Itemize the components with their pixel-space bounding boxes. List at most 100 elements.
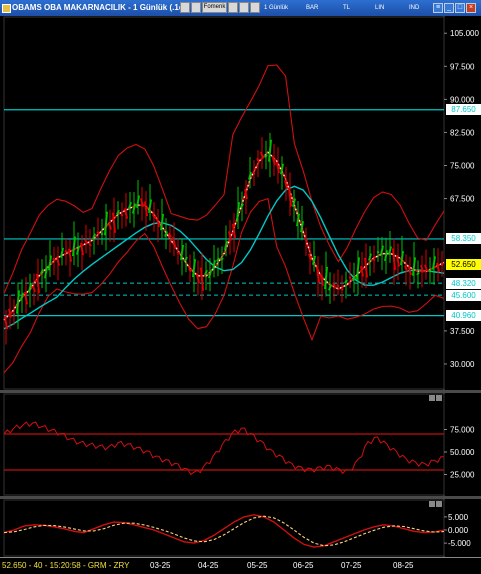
candle-body: [340, 287, 344, 291]
status-bar: 52.650 - 40 - 15:20:58 - GRM - ZRY 03-25…: [0, 557, 481, 574]
price-tag-last: 52.650: [446, 258, 481, 270]
price-tag-dashed-1: 48.320: [446, 277, 481, 289]
candle-body: [32, 285, 36, 293]
candle-body: [256, 157, 260, 163]
candle-body: [104, 211, 108, 236]
candle-body: [356, 257, 360, 280]
y-tick-label: 105.000: [450, 29, 479, 38]
candle-body: [268, 139, 272, 162]
x-axis-label: 08-25: [393, 561, 414, 570]
price-tag-dashed-2: 45.600: [446, 289, 481, 301]
candle-body: [48, 255, 52, 271]
candle-body: [84, 238, 88, 244]
candle-body: [260, 151, 264, 159]
y-tick-label: 67.500: [450, 195, 475, 204]
candle-body: [344, 279, 348, 284]
candle-body: [132, 203, 136, 214]
candle-body: [120, 213, 124, 217]
candle-body: [392, 248, 396, 271]
window-titlebar: OBAMS OBA MAKARNACILIK - 1 Günlük (.1d) …: [0, 0, 481, 16]
candle-body: [12, 312, 16, 316]
candle-body: [348, 276, 352, 280]
candle-body: [364, 257, 368, 278]
candle-body: [184, 256, 188, 262]
y-tick-label: 25.000: [450, 471, 475, 480]
candle-body: [288, 187, 292, 207]
oscillator-chart[interactable]: 75.000 50.000 25.000: [0, 393, 481, 496]
candle-body: [112, 212, 116, 233]
color-icon[interactable]: [180, 2, 190, 13]
candle-body: [16, 290, 20, 314]
zoom-icon[interactable]: [250, 2, 260, 13]
price-chart[interactable]: 105.000 97.500 90.000 82.500 75.000 67.500 37.…: [0, 16, 481, 390]
candle-body: [372, 258, 376, 262]
candle-body: [176, 251, 180, 255]
candle-body: [88, 242, 92, 247]
fomenk-button[interactable]: Fomenk: [202, 2, 227, 13]
maximize-button[interactable]: □: [455, 3, 465, 13]
candle-body: [412, 257, 416, 276]
candle-body: [236, 202, 240, 222]
candle-body: [60, 247, 64, 258]
period-selector[interactable]: 1 Günlük: [264, 0, 288, 16]
y-tick-label: 50.000: [450, 448, 475, 457]
status-text: 52.650 - 40 - 15:20:58 - GRM - ZRY: [2, 561, 130, 570]
y-tick-label: 5.000: [448, 513, 469, 522]
candle-body: [204, 269, 208, 276]
y-tick-label: -5.000: [448, 539, 471, 548]
y-tick-label: 90.000: [450, 95, 475, 104]
y-tick-label: 75.000: [450, 426, 475, 435]
x-axis-label: 03-25: [150, 561, 171, 570]
candle-body: [28, 282, 32, 293]
scale-selector[interactable]: LIN: [375, 0, 384, 16]
candle-body: [192, 259, 196, 278]
y-tick-label: 30.000: [450, 360, 475, 369]
candle-body: [360, 265, 364, 277]
candle-body: [100, 232, 104, 236]
candle-body: [368, 253, 372, 261]
candle-body: [96, 231, 100, 235]
panel-settings-icon: [429, 395, 435, 401]
save-icon[interactable]: [191, 2, 201, 13]
candle-body: [324, 266, 328, 290]
currency-selector[interactable]: TL: [343, 0, 350, 16]
line-tool-icon[interactable]: [239, 2, 249, 13]
candle-body: [20, 292, 24, 301]
candle-body: [428, 269, 432, 273]
candle-body: [336, 284, 340, 288]
draw-icon[interactable]: [228, 2, 238, 13]
candle-body: [200, 267, 204, 291]
y-tick-label: 75.000: [450, 162, 475, 171]
price-panel[interactable]: 105.000 97.500 90.000 82.500 75.000 67.500 37.…: [0, 16, 481, 390]
price-tag-resistance: 58.350: [446, 233, 481, 245]
close-button[interactable]: ×: [466, 3, 476, 13]
x-axis-label: 04-25: [198, 561, 219, 570]
chart-type-selector[interactable]: BAR: [306, 0, 318, 16]
settings-icon[interactable]: ≡: [433, 3, 443, 13]
macd-chart[interactable]: 5.000 0.000 -5.000: [0, 499, 481, 557]
y-tick-label: 82.500: [450, 128, 475, 137]
candle-body: [144, 201, 148, 217]
price-tag-support: 40.960: [446, 310, 481, 322]
candle-body: [416, 271, 420, 276]
candle-body: [108, 222, 112, 230]
price-tag-resistance-high: 87.650: [446, 104, 481, 116]
panel-close-icon: [436, 501, 442, 507]
candle-body: [156, 217, 160, 228]
oscillator-line: [3, 421, 444, 476]
x-axis-label: 05-25: [247, 561, 268, 570]
minimize-button[interactable]: _: [444, 3, 454, 13]
candle-body: [404, 265, 408, 272]
signal-line: [3, 515, 445, 547]
y-tick-label: 97.500: [450, 62, 475, 71]
candle-body: [376, 250, 380, 254]
indicator-selector[interactable]: IND: [409, 0, 419, 16]
window-title: OBAMS OBA MAKARNACILIK - 1 Günlük (.1d): [12, 3, 187, 12]
y-tick-label: 0.000: [448, 526, 469, 535]
macd-line: [3, 514, 445, 548]
macd-panel[interactable]: 5.000 0.000 -5.000: [0, 499, 481, 557]
y-tick-label: 37.500: [450, 327, 475, 336]
oscillator-panel[interactable]: 75.000 50.000 25.000: [0, 393, 481, 496]
app-icon[interactable]: [2, 4, 11, 13]
x-axis-label: 06-25: [293, 561, 314, 570]
